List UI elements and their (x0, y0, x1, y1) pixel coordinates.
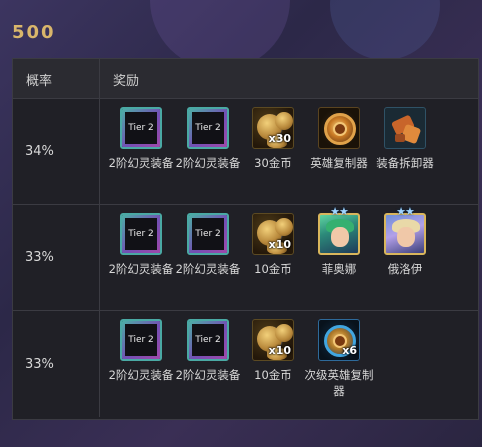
header-rewards: 奖励 (113, 74, 140, 89)
reward-item[interactable]: Tier 2 2阶幻灵装备 (106, 213, 176, 277)
probability-cell: 33% (13, 311, 100, 417)
tier-2-icon: Tier 2 (120, 319, 162, 361)
reward-label: 2阶幻灵装备 (108, 368, 174, 382)
gold-coins-icon: x30 (252, 107, 294, 149)
reward-label: 2阶幻灵装备 (108, 156, 174, 170)
reward-item[interactable]: 装备拆卸器 (370, 107, 440, 171)
reward-item[interactable]: Tier 2 2阶幻灵装备 (173, 213, 243, 277)
table-header: 概率 奖励 (13, 59, 478, 99)
rewards-cell: Tier 2 2阶幻灵装备 Tier 2 2阶幻灵装备 x10 10金币 x6 (100, 311, 478, 417)
reward-table: 概率 奖励 34% Tier 2 2阶幻灵装备 Tier 2 2阶幻灵装备 x3… (12, 58, 479, 420)
rewards-cell: Tier 2 2阶幻灵装备 Tier 2 2阶幻灵装备 x10 10金币 ★★ (100, 205, 478, 310)
quantity-badge: x10 (268, 344, 291, 357)
reward-item[interactable]: Tier 2 2阶幻灵装备 (173, 107, 243, 171)
table-row: 33% Tier 2 2阶幻灵装备 Tier 2 2阶幻灵装备 x10 10金币 (13, 311, 478, 417)
background-decoration (330, 0, 440, 60)
reward-item[interactable]: x6 次级英雄复制器 (304, 319, 374, 399)
item-remover-icon (384, 107, 426, 149)
quantity-badge: x6 (342, 344, 357, 357)
reward-item[interactable]: ★★ 俄洛伊 (370, 205, 440, 277)
probability-cell: 34% (13, 99, 100, 204)
reward-label: 2阶幻灵装备 (175, 156, 241, 170)
reward-label: 2阶幻灵装备 (175, 262, 241, 276)
reward-label: 10金币 (254, 368, 292, 382)
page-title: 500 (12, 22, 56, 43)
gold-coins-icon: x10 (252, 213, 294, 255)
reward-item[interactable]: x10 10金币 (238, 319, 308, 383)
tier-2-icon: Tier 2 (187, 107, 229, 149)
champion-zeri-icon (318, 213, 360, 255)
reward-label: 30金币 (254, 156, 292, 170)
champion-orianna-icon (384, 213, 426, 255)
header-probability: 概率 (13, 59, 100, 98)
star-rating: ★★ (330, 205, 349, 218)
reward-label: 次级英雄复制器 (304, 368, 374, 398)
reward-item[interactable]: Tier 2 2阶幻灵装备 (106, 107, 176, 171)
table-row: 34% Tier 2 2阶幻灵装备 Tier 2 2阶幻灵装备 x30 30金币 (13, 99, 478, 205)
reward-label: 装备拆卸器 (376, 156, 434, 170)
reward-label: 英雄复制器 (310, 156, 368, 170)
tier-2-icon: Tier 2 (187, 319, 229, 361)
reward-item[interactable]: Tier 2 2阶幻灵装备 (106, 319, 176, 383)
reward-label: 2阶幻灵装备 (175, 368, 241, 382)
table-row: 33% Tier 2 2阶幻灵装备 Tier 2 2阶幻灵装备 x10 10金币… (13, 205, 478, 311)
hero-duplicator-icon (318, 107, 360, 149)
reward-label: 菲奥娜 (321, 262, 357, 276)
rewards-cell: Tier 2 2阶幻灵装备 Tier 2 2阶幻灵装备 x30 30金币 英雄复… (100, 99, 478, 204)
tier-2-icon: Tier 2 (187, 213, 229, 255)
reward-item[interactable]: 英雄复制器 (304, 107, 374, 171)
reward-label: 2阶幻灵装备 (108, 262, 174, 276)
reward-label: 10金币 (254, 262, 292, 276)
reward-item[interactable]: ★★ 菲奥娜 (304, 205, 374, 277)
lesser-hero-duplicator-icon: x6 (318, 319, 360, 361)
quantity-badge: x10 (268, 238, 291, 251)
reward-item[interactable]: Tier 2 2阶幻灵装备 (173, 319, 243, 383)
gold-coins-icon: x10 (252, 319, 294, 361)
star-rating: ★★ (396, 205, 415, 218)
probability-cell: 33% (13, 205, 100, 310)
tier-2-icon: Tier 2 (120, 107, 162, 149)
quantity-badge: x30 (268, 132, 291, 145)
tier-2-icon: Tier 2 (120, 213, 162, 255)
reward-item[interactable]: x10 10金币 (238, 213, 308, 277)
reward-item[interactable]: x30 30金币 (238, 107, 308, 171)
reward-label: 俄洛伊 (387, 262, 423, 276)
